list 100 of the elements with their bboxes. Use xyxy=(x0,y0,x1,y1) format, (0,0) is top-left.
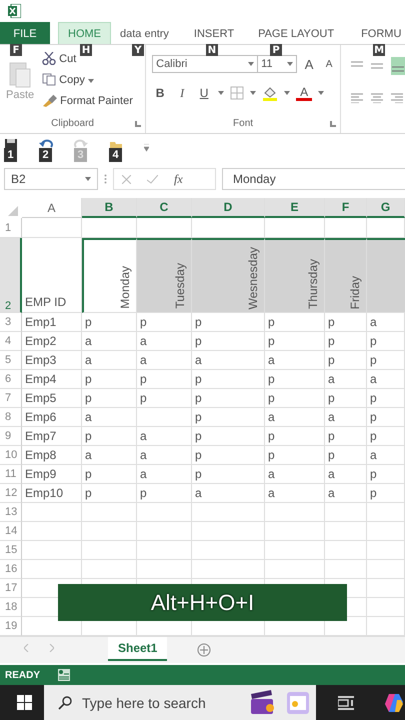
selected-cell[interactable]: Wesnesday xyxy=(192,238,265,313)
borders-icon[interactable] xyxy=(230,86,244,100)
row-header[interactable]: 18 xyxy=(0,598,22,617)
column-header[interactable]: G xyxy=(367,198,405,218)
column-header[interactable]: A xyxy=(22,198,82,218)
row-header[interactable]: 8 xyxy=(0,408,22,427)
font-name-field[interactable]: Calibri xyxy=(152,55,258,73)
insert-function-button[interactable]: fx xyxy=(174,172,183,186)
empty-cell[interactable] xyxy=(82,541,137,560)
formula-field[interactable]: Monday xyxy=(222,168,405,190)
empty-cell[interactable] xyxy=(192,541,265,560)
column-header[interactable]: E xyxy=(265,198,325,218)
sheet-tab[interactable]: Sheet1 xyxy=(108,637,168,661)
row-header[interactable]: 9 xyxy=(0,427,22,446)
selected-cell[interactable]: Monday xyxy=(82,238,137,313)
empty-cell[interactable] xyxy=(265,541,325,560)
start-button[interactable] xyxy=(17,695,32,710)
empty-cell[interactable] xyxy=(367,579,405,598)
empty-cell[interactable] xyxy=(192,560,265,579)
copy-button[interactable]: Copy xyxy=(42,69,94,90)
name-box[interactable]: B2 xyxy=(4,168,98,190)
row-header[interactable]: 10 xyxy=(0,446,22,465)
task-view-icon[interactable] xyxy=(338,696,354,710)
cut-button[interactable]: Cut xyxy=(42,48,76,69)
empty-cell[interactable] xyxy=(137,560,192,579)
empty-cell[interactable] xyxy=(367,560,405,579)
row-header[interactable]: 16 xyxy=(0,560,22,579)
next-sheet-icon[interactable] xyxy=(49,644,54,652)
row-header[interactable]: 17 xyxy=(0,579,22,598)
empty-cell[interactable] xyxy=(265,503,325,522)
fill-color-icon[interactable] xyxy=(262,85,278,101)
empty-cell[interactable] xyxy=(22,560,82,579)
align-bottom-icon[interactable] xyxy=(391,57,405,75)
column-header[interactable]: F xyxy=(325,198,367,218)
empty-cell[interactable] xyxy=(367,503,405,522)
dialog-launcher-icon[interactable] xyxy=(135,121,142,127)
empty-cell[interactable] xyxy=(265,522,325,541)
row-header[interactable]: 14 xyxy=(0,522,22,541)
empty-cell[interactable] xyxy=(22,541,82,560)
selected-cell[interactable]: Thursday xyxy=(265,238,325,313)
ribbon-tab[interactable]: HOME xyxy=(58,22,111,44)
macro-record-icon[interactable] xyxy=(58,669,70,681)
empty-cell[interactable] xyxy=(325,503,367,522)
row-header[interactable]: 2 xyxy=(0,238,22,313)
empty-cell[interactable] xyxy=(367,598,405,617)
row-header[interactable]: 15 xyxy=(0,541,22,560)
empty-cell[interactable] xyxy=(82,503,137,522)
paste-button[interactable]: Paste xyxy=(0,59,38,101)
empty-cell[interactable] xyxy=(325,541,367,560)
row-header[interactable]: 7 xyxy=(0,389,22,408)
ribbon-tab[interactable]: INSERT xyxy=(184,22,244,44)
empty-cell[interactable] xyxy=(367,522,405,541)
empty-cell[interactable] xyxy=(22,218,82,238)
empty-cell[interactable] xyxy=(137,541,192,560)
clapperboard-icon[interactable] xyxy=(250,690,276,716)
row-header[interactable]: 12 xyxy=(0,484,22,503)
row-header[interactable]: 13 xyxy=(0,503,22,522)
ribbon-tab[interactable]: PAGE LAYOUT xyxy=(248,22,344,44)
empty-cell[interactable] xyxy=(192,522,265,541)
font-color-button[interactable]: A xyxy=(296,86,312,100)
row-header[interactable]: 3 xyxy=(0,313,22,332)
align-center-icon[interactable] xyxy=(371,93,383,103)
format-painter-button[interactable]: Format Painter xyxy=(42,90,133,111)
dialog-launcher-icon[interactable] xyxy=(330,121,336,127)
cancel-icon[interactable] xyxy=(122,174,131,184)
underline-button[interactable]: U xyxy=(196,86,212,100)
bold-button[interactable]: B xyxy=(152,86,168,100)
row-header[interactable]: 4 xyxy=(0,332,22,351)
selected-cell[interactable] xyxy=(367,238,405,313)
empty-cell[interactable] xyxy=(192,503,265,522)
add-sheet-icon[interactable] xyxy=(197,643,212,657)
selected-cell[interactable]: Friday xyxy=(325,238,367,313)
customize-toolbar-icon[interactable] xyxy=(144,144,149,152)
empty-cell[interactable] xyxy=(325,560,367,579)
column-header[interactable]: B xyxy=(82,198,137,218)
empty-cell[interactable] xyxy=(325,522,367,541)
check-icon[interactable] xyxy=(147,174,158,184)
app-window-icon[interactable] xyxy=(286,690,310,714)
shrink-font-button[interactable]: A xyxy=(321,58,338,70)
align-middle-icon[interactable] xyxy=(371,61,383,71)
column-header[interactable]: D xyxy=(192,198,265,218)
empty-cell[interactable] xyxy=(137,522,192,541)
italic-button[interactable]: I xyxy=(174,86,190,100)
empty-cell[interactable] xyxy=(22,522,82,541)
select-all-icon[interactable] xyxy=(8,206,18,216)
file-tab[interactable]: FILE xyxy=(0,22,50,44)
align-left-icon[interactable] xyxy=(351,93,363,103)
row-header[interactable]: 6 xyxy=(0,370,22,389)
empty-cell[interactable] xyxy=(82,560,137,579)
search-field[interactable]: Type here to search xyxy=(44,685,316,720)
empty-cell[interactable] xyxy=(22,503,82,522)
previous-sheet-icon[interactable] xyxy=(24,644,29,652)
column-header[interactable]: C xyxy=(137,198,192,218)
copilot-icon[interactable] xyxy=(383,692,405,714)
row-header[interactable]: 5 xyxy=(0,351,22,370)
align-right-icon[interactable] xyxy=(391,93,403,103)
empty-cell[interactable] xyxy=(265,560,325,579)
empty-cell[interactable] xyxy=(367,541,405,560)
font-size-field[interactable]: 11 xyxy=(257,55,298,73)
empty-cell[interactable] xyxy=(82,522,137,541)
